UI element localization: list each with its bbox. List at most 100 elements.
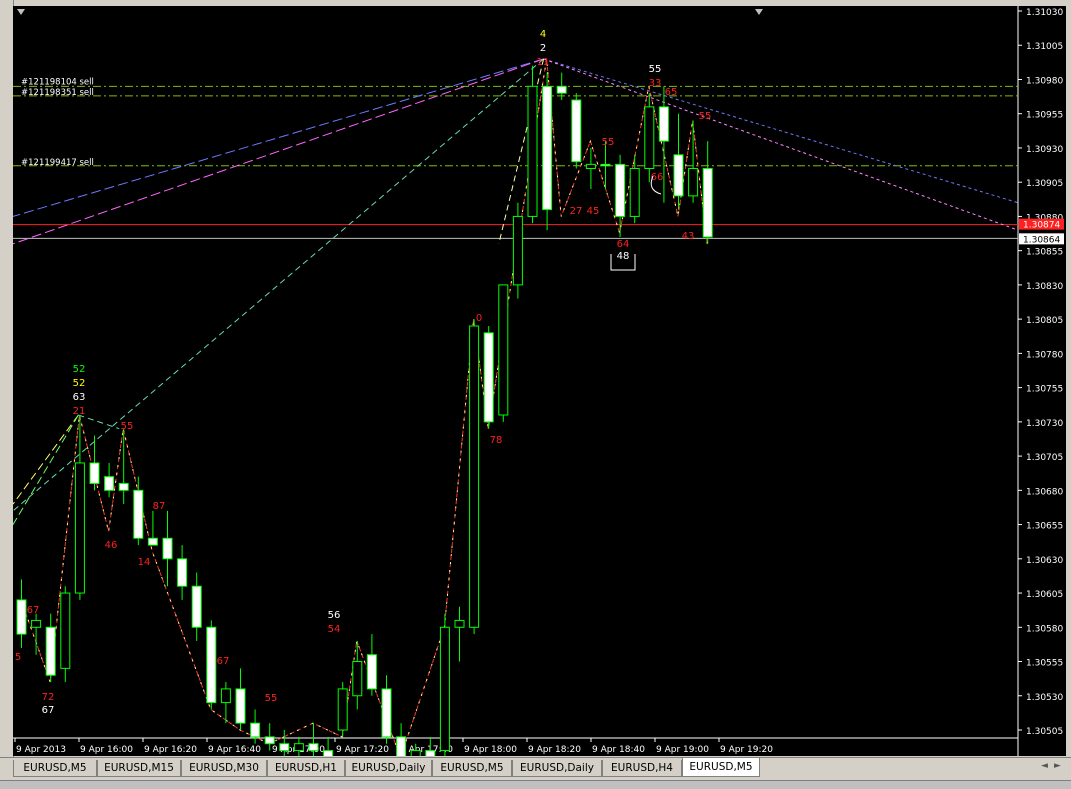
fan-line <box>13 414 79 525</box>
candle-bull <box>512 215 523 286</box>
time-tick-label: 9 Apr 17:20 <box>336 745 389 755</box>
zigzag-annotation: 67 <box>27 605 40 616</box>
candle-bear <box>702 167 713 238</box>
candle-bear <box>425 750 436 756</box>
candle-bear <box>45 626 56 676</box>
zigzag-annotation: 63 <box>73 392 86 403</box>
candle-bull <box>410 750 421 756</box>
chart-tab[interactable]: EURUSD,Daily <box>345 760 432 777</box>
chart-tab[interactable]: EURUSD,M30 <box>181 760 267 777</box>
price-tick-label: 1.30930 <box>1026 145 1063 155</box>
candle-bear <box>571 99 582 163</box>
price-tick-label: 1.30655 <box>1026 522 1063 532</box>
last-price-label: 1.30864 <box>1023 235 1060 245</box>
time-tick-label: 9 Apr 16:40 <box>208 745 261 755</box>
candle-bull <box>527 85 538 217</box>
zigzag-annotation: 55 <box>699 111 712 122</box>
zigzag-annotation: 33 <box>649 78 662 89</box>
candle-bear <box>118 482 129 491</box>
price-tick-label: 1.30580 <box>1026 624 1063 634</box>
price-tick-label: 1.30780 <box>1026 350 1063 360</box>
candle-bear <box>308 743 319 752</box>
price-tick-label: 1.30755 <box>1026 385 1063 395</box>
time-tick-label: 9 Apr 19:20 <box>720 745 773 755</box>
zigzag-annotation: 14 <box>138 557 151 568</box>
chart-area[interactable]: 1.31030 1.31005 1.30980 1.30955 1.30930 1.309… <box>13 6 1066 756</box>
candle-bear <box>264 736 275 745</box>
candle-bull <box>60 592 71 669</box>
candle-bull <box>688 167 699 197</box>
candle-bear <box>206 626 217 704</box>
candle-bear <box>673 154 684 197</box>
price-tick-label: 1.30855 <box>1026 248 1063 258</box>
candle-bear <box>323 750 334 756</box>
time-tick-label: 9 Apr 2013 <box>16 745 66 755</box>
fan-line <box>543 58 1019 204</box>
candle-bull <box>439 626 450 752</box>
chart-menu-marker <box>17 9 25 15</box>
candle-bear <box>177 558 188 587</box>
bid-price-label: 1.30874 <box>1023 221 1060 231</box>
candle-bull <box>31 619 42 628</box>
candle-bear <box>89 462 100 484</box>
candle-bear <box>162 537 173 560</box>
chart-tab[interactable]: EURUSD,H4 <box>602 760 682 777</box>
candle-bull <box>220 688 231 704</box>
candle-bear <box>615 163 626 217</box>
tab-scroll-left-icon[interactable]: ◄ <box>1041 761 1048 771</box>
zigzag-annotation: 27 <box>570 206 583 217</box>
chart-tab[interactable]: EURUSD,M5 <box>682 758 760 777</box>
zigzag-annotation: 46 <box>105 540 118 551</box>
candle-bull <box>498 284 509 416</box>
candle-bear <box>104 476 115 491</box>
order-line-label: #121198351 sell <box>21 88 94 98</box>
price-tick-label: 1.30555 <box>1026 659 1063 669</box>
fan-line <box>13 414 79 505</box>
candle-bear <box>542 85 553 211</box>
candle-bear <box>381 688 392 738</box>
time-tick-label: 9 Apr 18:20 <box>528 745 581 755</box>
chart-shift-marker <box>755 9 763 15</box>
zigzag-line-secondary <box>20 58 708 756</box>
zigzag-annotation: 55 <box>265 693 278 704</box>
candle-bear <box>16 599 27 635</box>
chart-tab[interactable]: EURUSD,M5 <box>432 760 512 777</box>
candle-bull <box>629 167 640 217</box>
zigzag-annotation: 45 <box>587 206 600 217</box>
candle-bear <box>250 722 261 738</box>
time-tick-label: 9 Apr 18:40 <box>592 745 645 755</box>
zigzag-annotation: 78 <box>490 435 503 446</box>
price-tick-label: 1.30605 <box>1026 590 1063 600</box>
price-tick-label: 1.30955 <box>1026 111 1063 121</box>
time-tick-label: 9 Apr 16:00 <box>80 745 133 755</box>
chart-tab[interactable]: EURUSD,H1 <box>267 760 345 777</box>
zigzag-annotation: 55 <box>602 137 615 148</box>
chart-tab[interactable]: EURUSD,M15 <box>97 760 181 777</box>
price-tick-label: 1.30730 <box>1026 419 1063 429</box>
candle-bear <box>600 163 611 167</box>
fan-line <box>13 58 544 512</box>
price-tick-label: 1.31005 <box>1026 42 1063 52</box>
chart-tab[interactable]: EURUSD,Daily <box>512 760 602 777</box>
price-tick-label: 1.30830 <box>1026 282 1063 292</box>
zigzag-annotation: 2 <box>540 43 546 54</box>
time-tick-label: 9 Apr 16:20 <box>144 745 197 755</box>
right-strip <box>1066 0 1071 760</box>
candle-bear <box>396 736 407 756</box>
chart-tab[interactable]: EURUSD,M5 <box>13 760 97 777</box>
candle-bull <box>585 163 596 169</box>
zigzag-annotation: 43 <box>682 231 695 242</box>
order-line-label: #121198104 sell <box>21 77 94 87</box>
candle-bull <box>293 743 304 752</box>
candle-bear <box>235 688 246 724</box>
time-tick-label: 9 Apr 19:00 <box>656 745 709 755</box>
candle-bear <box>556 85 567 94</box>
zigzag-annotation: 67 <box>217 656 230 667</box>
fan-line <box>78 414 120 430</box>
tab-scroll-right-icon[interactable]: ► <box>1054 761 1061 771</box>
zigzag-annotation: 55 <box>121 421 134 432</box>
fan-line <box>543 58 1019 231</box>
price-chart-svg[interactable]: 1.31030 1.31005 1.30980 1.30955 1.30930 1.309… <box>13 6 1066 756</box>
price-tick-label: 1.30705 <box>1026 453 1063 463</box>
price-tick-label: 1.30505 <box>1026 727 1063 737</box>
